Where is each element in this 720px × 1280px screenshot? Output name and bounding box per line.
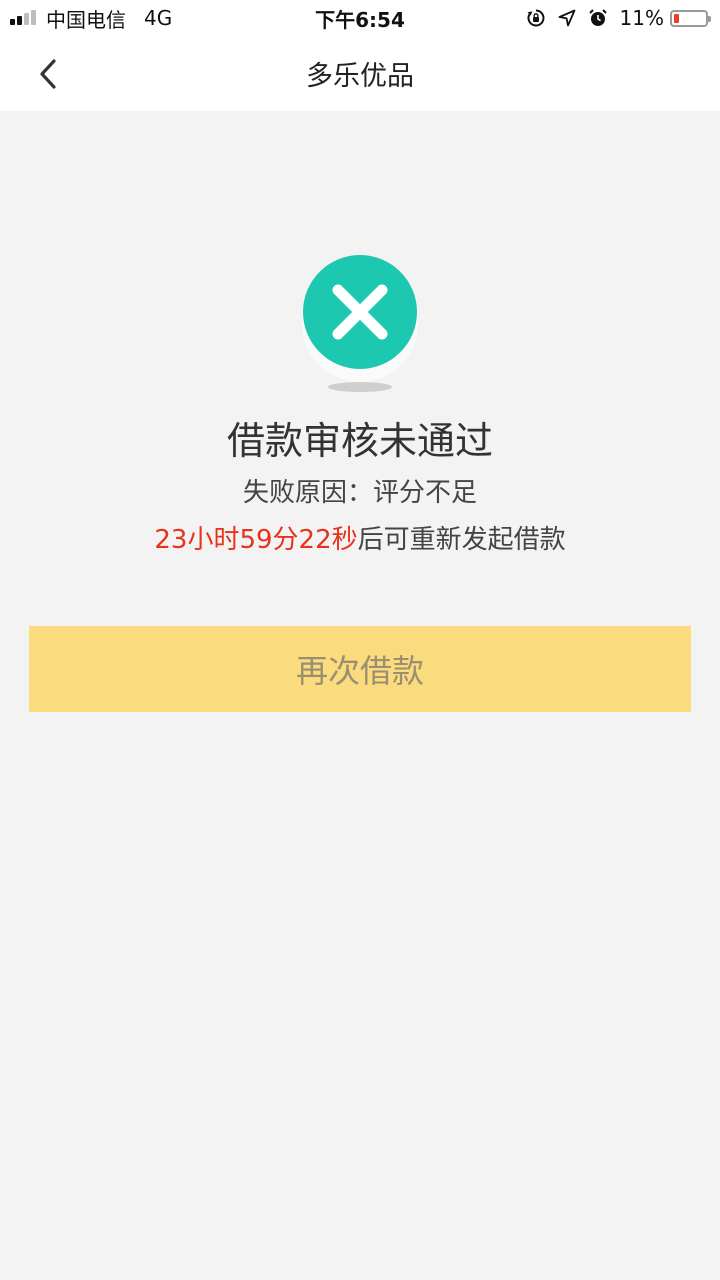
- retry-countdown: 23小时59分22秒后可重新发起借款: [0, 519, 720, 556]
- page-title: 多乐优品: [306, 61, 414, 92]
- battery-level: [674, 13, 679, 23]
- reapply-loan-button[interactable]: 再次借款: [29, 626, 691, 712]
- result-title: 借款审核未通过: [226, 419, 493, 463]
- close-circle-icon: [300, 252, 420, 402]
- location-icon: [558, 9, 576, 27]
- status-bar: 中国电信 4G 下午6:54 11%: [0, 0, 720, 36]
- alarm-icon: [588, 8, 608, 28]
- battery-icon: [670, 9, 711, 27]
- battery-percent: 11%: [619, 6, 664, 30]
- failure-reason: 失败原因：评分不足: [242, 478, 477, 508]
- back-button[interactable]: [28, 54, 68, 94]
- orientation-lock-icon: [526, 8, 546, 28]
- chevron-left-icon: [40, 59, 56, 89]
- countdown-suffix: 后可重新发起借款: [357, 525, 566, 555]
- status-bar-right: 11%: [526, 0, 711, 36]
- nav-bar: 多乐优品: [0, 36, 720, 111]
- countdown-time: 23小时59分22秒: [154, 525, 358, 555]
